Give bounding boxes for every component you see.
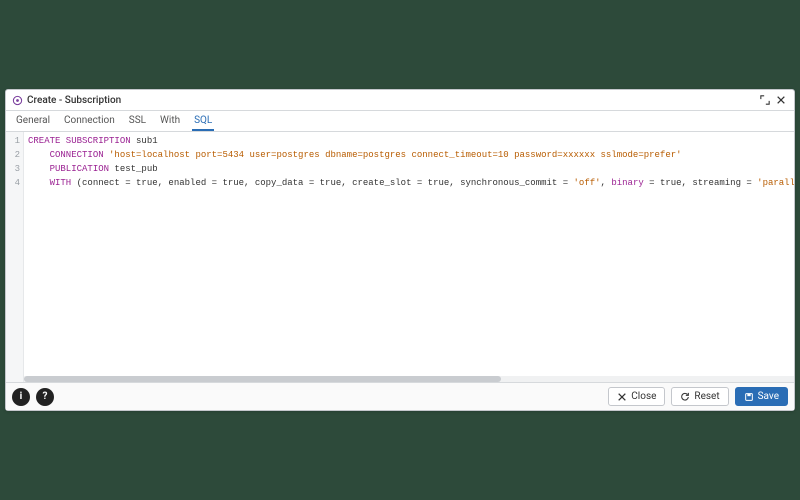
info-button[interactable]: i: [12, 388, 30, 406]
line-number: 2: [6, 148, 20, 162]
line-number: 4: [6, 176, 20, 190]
expand-icon[interactable]: [758, 93, 772, 107]
code-line: WITH (connect = true, enabled = true, co…: [28, 176, 790, 190]
line-number: 3: [6, 162, 20, 176]
close-button[interactable]: Close: [608, 387, 665, 406]
tab-with[interactable]: With: [158, 111, 182, 131]
code-line: CREATE SUBSCRIPTION sub1: [28, 134, 790, 148]
horizontal-scrollbar[interactable]: [24, 376, 794, 382]
close-icon[interactable]: [774, 93, 788, 107]
save-button[interactable]: Save: [735, 387, 788, 406]
code-line: PUBLICATION test_pub: [28, 162, 790, 176]
reset-button[interactable]: Reset: [671, 387, 728, 406]
tab-sql[interactable]: SQL: [192, 111, 214, 131]
tab-ssl[interactable]: SSL: [127, 111, 148, 131]
scrollbar-thumb[interactable]: [24, 376, 501, 382]
sql-editor[interactable]: 1 2 3 4 CREATE SUBSCRIPTION sub1 CONNECT…: [6, 132, 794, 382]
line-gutter: 1 2 3 4: [6, 132, 24, 382]
line-number: 1: [6, 134, 20, 148]
dialog-title: Create - Subscription: [27, 95, 121, 106]
tab-general[interactable]: General: [14, 111, 52, 131]
button-label: Reset: [694, 391, 719, 402]
dialog-titlebar: Create - Subscription: [6, 90, 794, 111]
subscription-icon: [12, 95, 23, 106]
code-line: CONNECTION 'host=localhost port=5434 use…: [28, 148, 790, 162]
dialog-footer: i ? Close Reset Save: [6, 382, 794, 410]
button-label: Save: [758, 391, 779, 402]
code-area[interactable]: CREATE SUBSCRIPTION sub1 CONNECTION 'hos…: [24, 132, 794, 382]
tab-bar: General Connection SSL With SQL: [6, 111, 794, 132]
tab-connection[interactable]: Connection: [62, 111, 117, 131]
create-subscription-dialog: Create - Subscription General Connection…: [5, 89, 795, 411]
button-label: Close: [631, 391, 656, 402]
help-button[interactable]: ?: [36, 388, 54, 406]
